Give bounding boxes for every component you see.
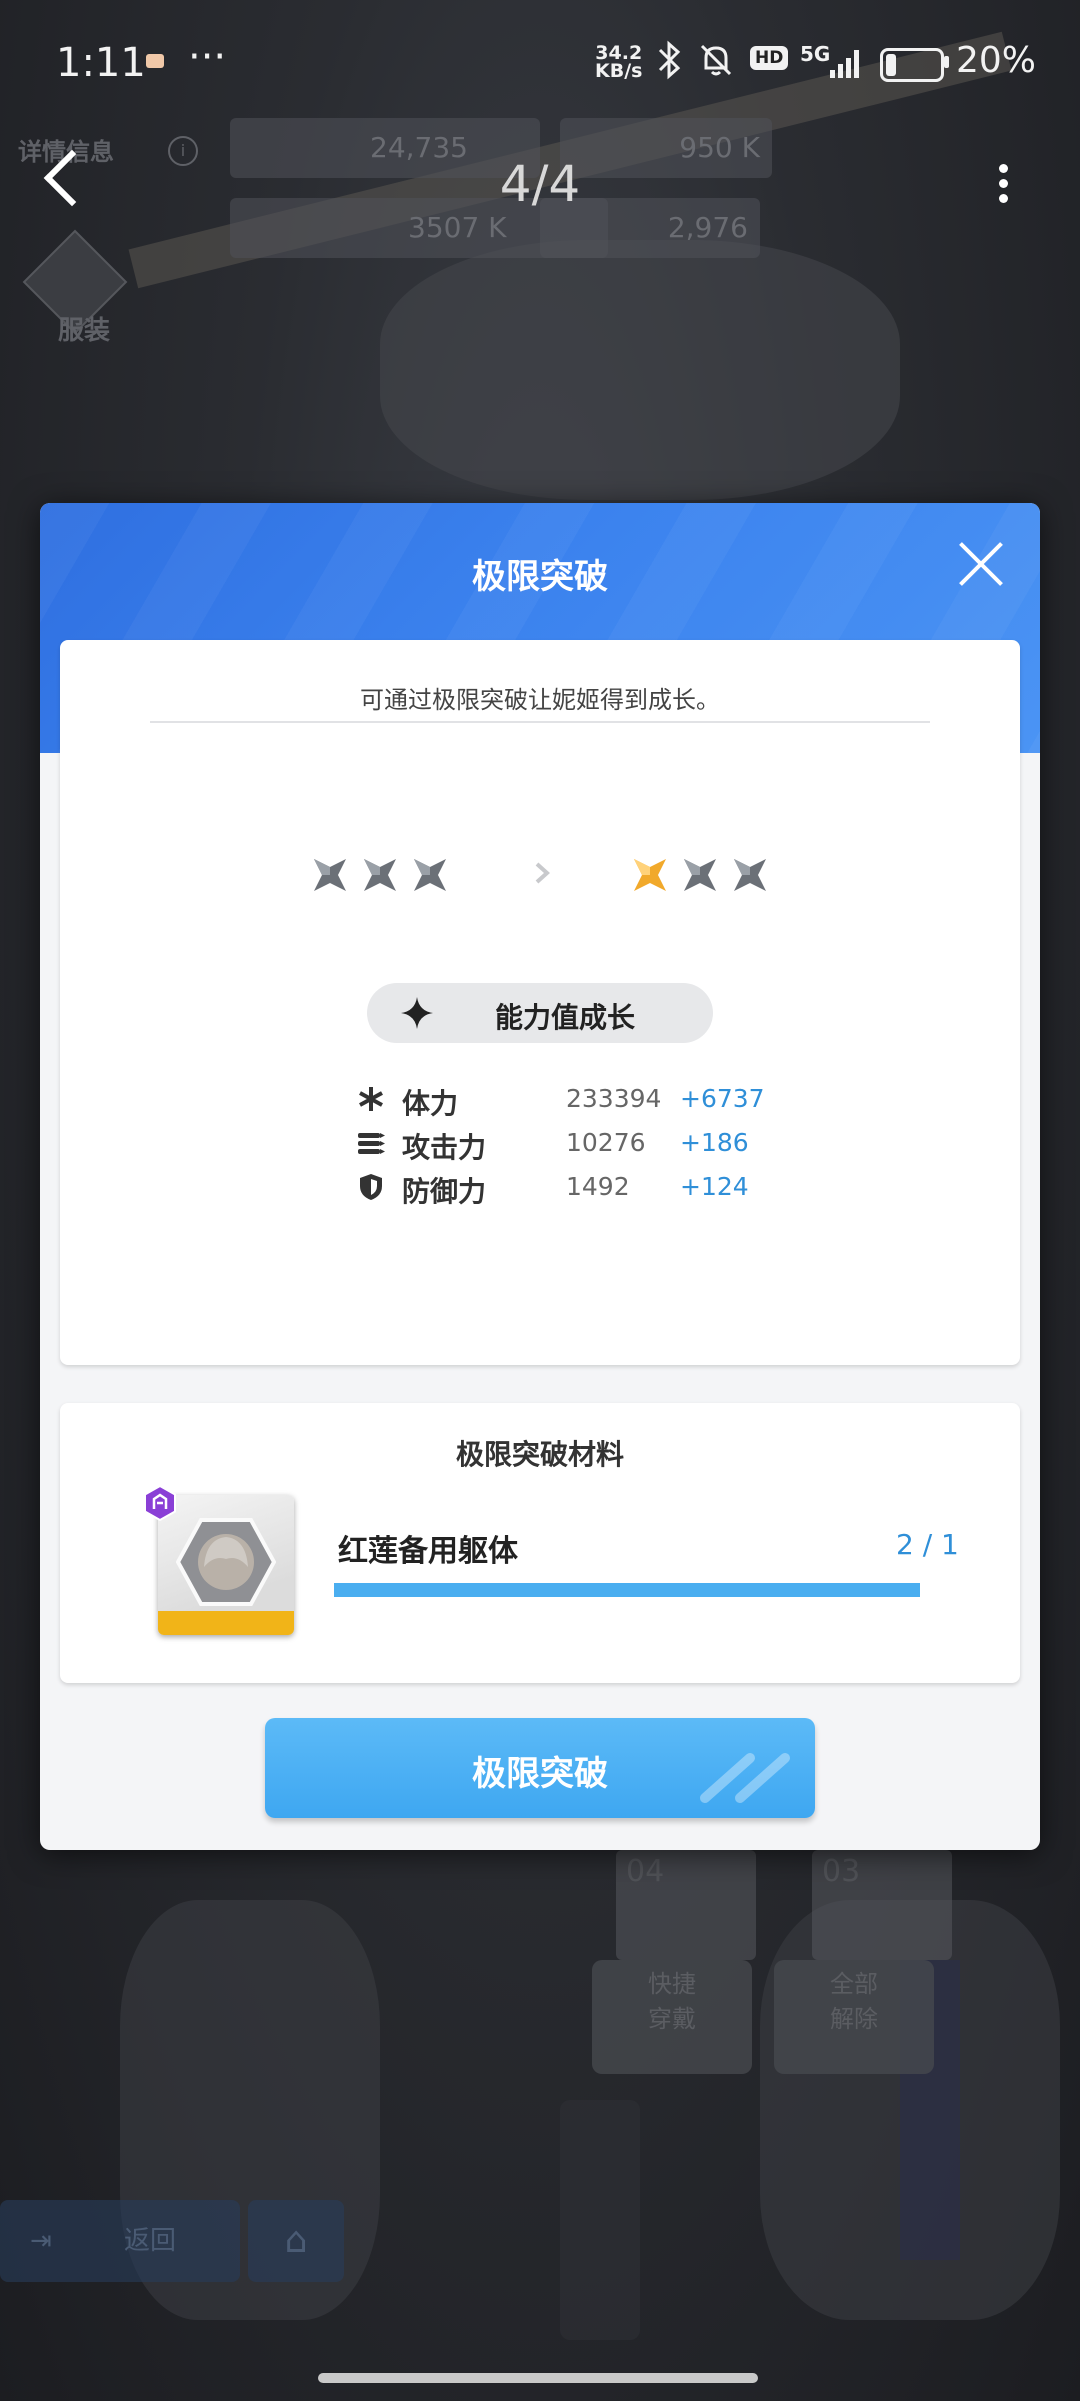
- app-notification-icon: [146, 54, 164, 68]
- clock: 1:11: [56, 40, 146, 86]
- battery-tip: [944, 56, 949, 68]
- material-progress-fill: [334, 1583, 920, 1597]
- battery-fill: [886, 54, 897, 76]
- stat-increase: +6737: [680, 1084, 765, 1113]
- limit-break-button[interactable]: 极限突破: [265, 1718, 815, 1818]
- rarity-strip: [158, 1611, 294, 1635]
- bg-weapon-blade: [560, 2100, 640, 2340]
- stat-row-attack: 攻击力 10276 +186: [60, 1126, 1020, 1166]
- stat-growth-header: 能力值成长: [367, 983, 713, 1043]
- sparkle-icon: [399, 995, 435, 1031]
- star-empty-icon: [310, 855, 350, 895]
- page-indicator: 4/4: [499, 155, 581, 213]
- stat-growth-label: 能力值成长: [495, 1001, 636, 1034]
- shield-icon: [356, 1172, 386, 1202]
- signal-icon: [830, 48, 864, 78]
- rarity-badge-icon: [142, 1484, 178, 1522]
- dialog-title: 极限突破: [472, 557, 608, 597]
- home-icon: ⌂: [248, 2200, 344, 2282]
- network-type: 5G: [800, 42, 831, 66]
- close-icon[interactable]: [956, 539, 1006, 589]
- divider: [150, 721, 930, 723]
- battery-icon: [880, 48, 944, 82]
- spare-body-icon: [175, 1517, 277, 1607]
- bluetooth-icon: [654, 40, 684, 89]
- materials-title: 极限突破材料: [455, 1438, 624, 1471]
- star-filled-icon: [630, 855, 670, 895]
- stat-increase: +124: [680, 1172, 749, 1201]
- dialog-description: 可通过极限突破让妮姬得到成长。: [360, 686, 720, 714]
- material-count: 2 / 1: [896, 1528, 959, 1561]
- mute-bell-icon: [696, 40, 736, 89]
- bg-remove-all-button: 全部 解除: [774, 1960, 934, 2074]
- stat-value: 1492: [566, 1172, 630, 1201]
- bg-quick-equip-button: 快捷 穿戴: [592, 1960, 752, 2074]
- bullets-icon: [356, 1128, 386, 1158]
- limit-break-dialog: 极限突破 可通过极限突破让妮姬得到成长。 能力值成长 体力 233394 +67…: [40, 503, 1040, 1850]
- star-empty-icon: [680, 855, 720, 895]
- stat-name: 攻击力: [402, 1131, 487, 1164]
- material-name: 红莲备用躯体: [338, 1534, 518, 1569]
- home-indicator[interactable]: [318, 2373, 758, 2383]
- material-item-card[interactable]: [158, 1495, 294, 1635]
- stat-row-defense: 防御力 1492 +124: [60, 1170, 1020, 1210]
- material-progress-bar: [334, 1583, 920, 1597]
- bg-character-shape: [380, 240, 900, 500]
- stat-value: 10276: [566, 1128, 646, 1157]
- star-empty-icon: [410, 855, 450, 895]
- stat-name: 防御力: [402, 1175, 487, 1208]
- button-stripes-decoration: [695, 1748, 805, 1804]
- more-notifications-icon: ···: [188, 34, 227, 80]
- bg-gear-slot: 04: [616, 1850, 756, 1960]
- network-speed: 34.2 KB/s: [595, 42, 643, 82]
- exit-icon: ⇥: [30, 2226, 52, 2256]
- status-bar: 1:11 ··· 34.2 KB/s HD 5G 20%: [0, 0, 1080, 120]
- growth-panel: 可通过极限突破让妮姬得到成长。 能力值成长 体力 233394 +6737 攻击…: [60, 640, 1020, 1365]
- bg-costume-label: 服装: [58, 316, 111, 346]
- more-options-icon[interactable]: [988, 158, 1018, 208]
- stat-name: 体力: [402, 1087, 459, 1120]
- chevron-right-icon: [527, 858, 557, 888]
- star-empty-icon: [730, 855, 770, 895]
- stat-increase: +186: [680, 1128, 749, 1157]
- battery-percent: 20%: [956, 40, 1037, 81]
- stat-value: 233394: [566, 1084, 662, 1113]
- star-empty-icon: [360, 855, 400, 895]
- hd-voice-badge: HD: [750, 46, 789, 70]
- materials-panel: 极限突破材料 红莲备用躯体 2 / 1: [60, 1403, 1020, 1683]
- asterisk-icon: [356, 1084, 386, 1114]
- bg-back-button: ⇥ 返回: [0, 2200, 240, 2282]
- stat-row-hp: 体力 233394 +6737: [60, 1082, 1020, 1122]
- bg-gear-slot: 03: [812, 1850, 952, 1960]
